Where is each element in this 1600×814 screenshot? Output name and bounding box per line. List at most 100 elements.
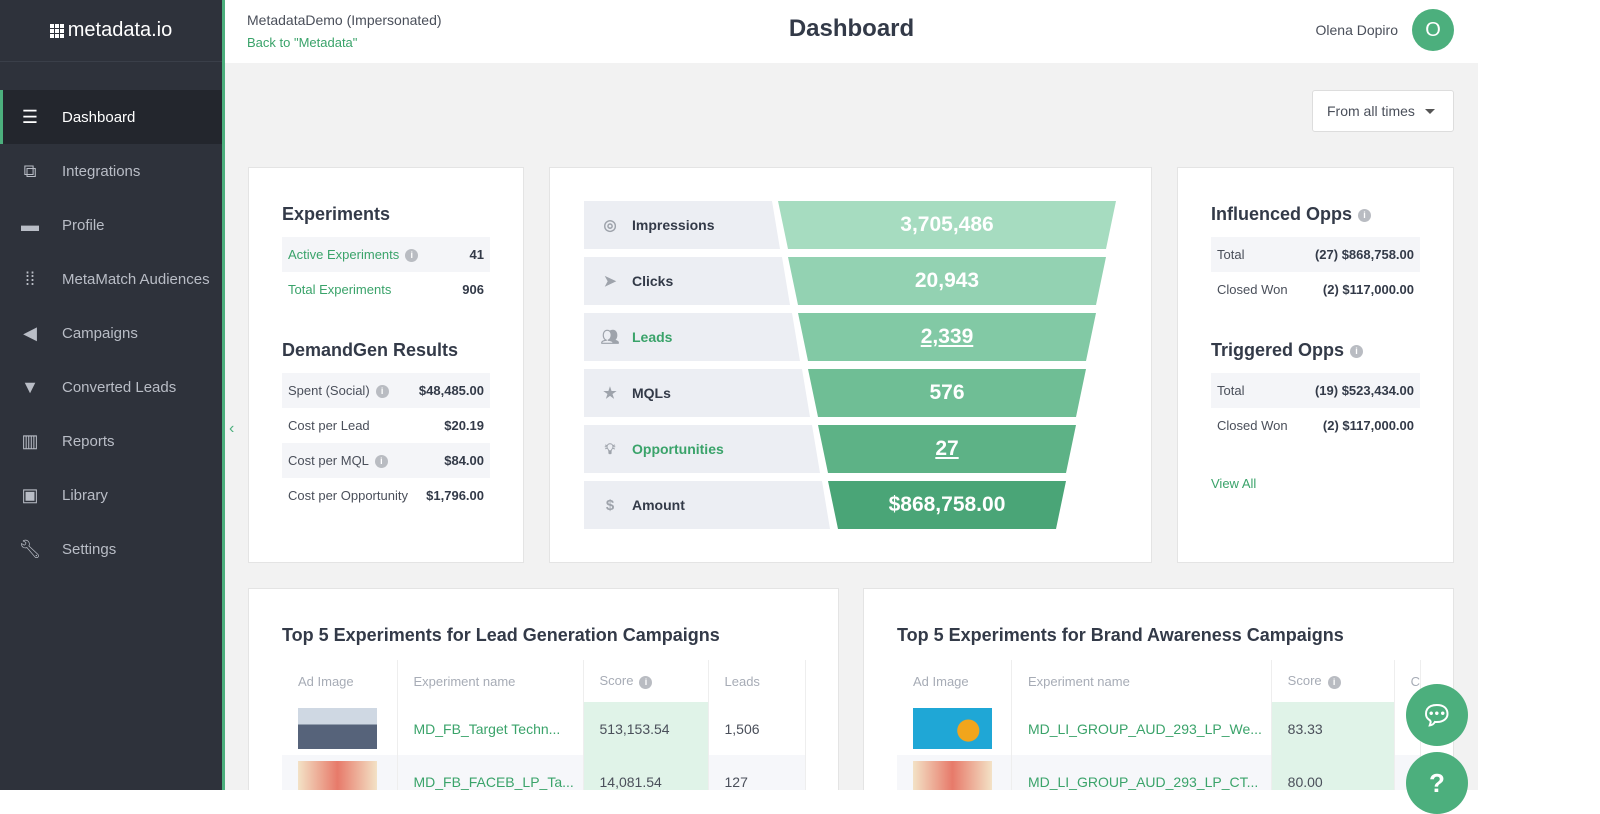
info-icon[interactable]: i [639,675,653,689]
date-range-value: From all times [1327,103,1415,119]
experiment-name-link[interactable]: MD_LI_GROUP_AUD_293_LP_CT... [1011,755,1272,790]
score-cell: 513,153.54 [583,702,709,755]
leads-cell: 127 [708,755,806,790]
sidebar-item-label: Dashboard [62,108,136,126]
sidebar-item-metamatch-audiences[interactable]: ⁞⁞ MetaMatch Audiences [0,252,222,306]
lead-table-title: Top 5 Experiments for Lead Generation Ca… [282,625,720,645]
header: MetadataDemo (Impersonated) Back to "Met… [225,0,1478,63]
sidebar-item-integrations[interactable]: ⧉ Integrations [0,144,222,198]
chat-bubble-icon: 💬︎ [1420,699,1454,730]
ad-image [298,708,377,749]
row-value: (2) $117,000.00 [1322,418,1414,433]
row-label: Cost per Lead [288,418,370,433]
experiment-name-link[interactable]: MD_LI_GROUP_AUD_293_LP_We... [1011,702,1272,755]
logo[interactable]: metadata.io [0,0,222,62]
sidebar-item-profile[interactable]: ▬ Profile [0,198,222,252]
column-header[interactable]: Experiment name [1011,660,1272,702]
experiments-title: Experiments [282,204,391,224]
sidebar-item-label: Settings [62,540,117,558]
avatar[interactable]: O [1412,9,1454,51]
lead-table: Ad Image Experiment name Score i Leads MD_FB… [282,660,806,790]
funnel-row-amount: $ Amount $868,758.00 [584,481,1124,529]
info-icon[interactable]: i [1350,344,1364,358]
row-value: $20.19 [444,418,484,433]
sidebar-item-settings[interactable]: 🔧︎ Settings [0,522,222,576]
funnel-label: ◎ Impressions [584,201,780,249]
row-label: Cost per MQL [288,452,369,468]
column-header[interactable]: Leads [708,660,806,702]
score-cell: 14,081.54 [583,755,709,790]
bar-chart-icon: ▥ [21,430,39,451]
experiments-card: Experiments Active Experiments i 41 Total … [248,167,524,563]
funnel-row-opportunities[interactable]: 💡︎ Opportunities 27 [584,425,1124,473]
row-value: (19) $523,434.00 [1314,383,1414,398]
question-icon: ? [1429,767,1445,798]
collapse-sidebar-icon[interactable]: ‹ [229,420,234,438]
active-experiments-label[interactable]: Active Experiments [288,247,399,262]
score-cell: 80.00 [1271,755,1395,790]
funnel-label[interactable]: 👥︎ Leads [584,313,800,361]
sidebar-item-dashboard[interactable]: ☰ Dashboard [0,90,222,144]
demandgen-row: Cost per Opportunity $1,796.00 [282,478,490,513]
leads-cell: 1,506 [708,702,806,755]
funnel-value-text[interactable]: 2,339 [921,325,974,349]
date-range-dropdown[interactable]: From all times [1312,90,1454,132]
sidebar-item-reports[interactable]: ▥ Reports [0,414,222,468]
funnel-value-text[interactable]: 27 [935,437,958,461]
copy-icon: ⧉ [23,160,37,181]
funnel-value: 576 [808,369,1086,417]
column-header: Ad Image [897,660,1012,702]
database-icon: ☰ [21,106,39,127]
column-header[interactable]: Score i [583,660,709,702]
lead-gen-table-card: Top 5 Experiments for Lead Generation Ca… [248,588,839,790]
table-row[interactable]: MD_LI_GROUP_AUD_293_LP_CT... 80.00 [897,755,1422,790]
row-label: Total [1217,383,1245,398]
table-row[interactable]: MD_LI_GROUP_AUD_293_LP_We... 83.33 [897,702,1422,755]
experiment-name-link[interactable]: MD_FB_FACEB_LP_Ta... [397,755,584,790]
info-icon[interactable]: i [1358,208,1372,222]
user-menu[interactable]: Olena Dopiro O [1316,9,1454,51]
help-button[interactable]: ? [1406,752,1468,814]
sidebar-item-converted-leads[interactable]: ▼ Converted Leads [0,360,222,414]
column-header[interactable]: Experiment name [397,660,584,702]
influenced-opps-title: Influenced Opps i [1211,204,1420,225]
funnel-label-text: Impressions [632,217,715,233]
funnel-label-text: MQLs [632,385,671,401]
table-row[interactable]: MD_FB_Target Techn... 513,153.54 1,506 [282,702,806,755]
header-text: Score [1287,673,1322,689]
funnel-label: ★ MQLs [584,369,810,417]
ad-image [913,761,992,790]
total-experiments-row[interactable]: Total Experiments 906 [282,272,490,307]
info-icon[interactable]: i [405,249,419,263]
cursor-click-icon: ➤ [603,273,617,290]
info-icon[interactable]: i [374,455,388,469]
funnel-value[interactable]: 2,339 [798,313,1096,361]
funnel-value-text: $868,758.00 [888,493,1006,516]
sidebar-item-campaigns[interactable]: ◀ Campaigns [0,306,222,360]
funnel-value[interactable]: 27 [818,425,1076,473]
sidebar: metadata.io ☰ Dashboard ⧉ Integrations ▬ Pr… [0,0,225,790]
column-header[interactable]: Score i [1271,660,1395,702]
active-experiments-row[interactable]: Active Experiments i 41 [282,237,490,272]
total-experiments-label[interactable]: Total Experiments [288,282,391,297]
demandgen-row: Cost per MQL i $84.00 [282,443,490,478]
view-all-link[interactable]: View All [1211,476,1256,491]
funnel-value: $868,758.00 [828,481,1066,529]
chat-button[interactable]: 💬︎ [1406,684,1468,746]
funnel-row-leads[interactable]: 👥︎ Leads 2,339 [584,313,1124,361]
info-icon[interactable]: i [375,385,389,399]
info-icon[interactable]: i [1327,675,1341,689]
row-value: (27) $868,758.00 [1314,247,1414,262]
funnel-label[interactable]: 💡︎ Opportunities [584,425,820,473]
row-label: Closed Won [1217,418,1288,433]
table-row[interactable]: MD_FB_FACEB_LP_Ta... 14,081.54 127 [282,755,806,790]
megaphone-icon: ◀ [23,322,37,343]
funnel-label: ➤ Clicks [584,257,790,305]
funnel-label: $ Amount [584,481,830,529]
experiment-name-link[interactable]: MD_FB_Target Techn... [397,702,584,755]
funnel-value: 20,943 [788,257,1106,305]
funnel-value-text: 3,705,486 [900,213,994,236]
dollar-icon: $ [605,496,615,514]
sidebar-item-library[interactable]: ▣ Library [0,468,222,522]
brand-table-card: Top 5 Experiments for Brand Awareness Ca… [863,588,1454,790]
